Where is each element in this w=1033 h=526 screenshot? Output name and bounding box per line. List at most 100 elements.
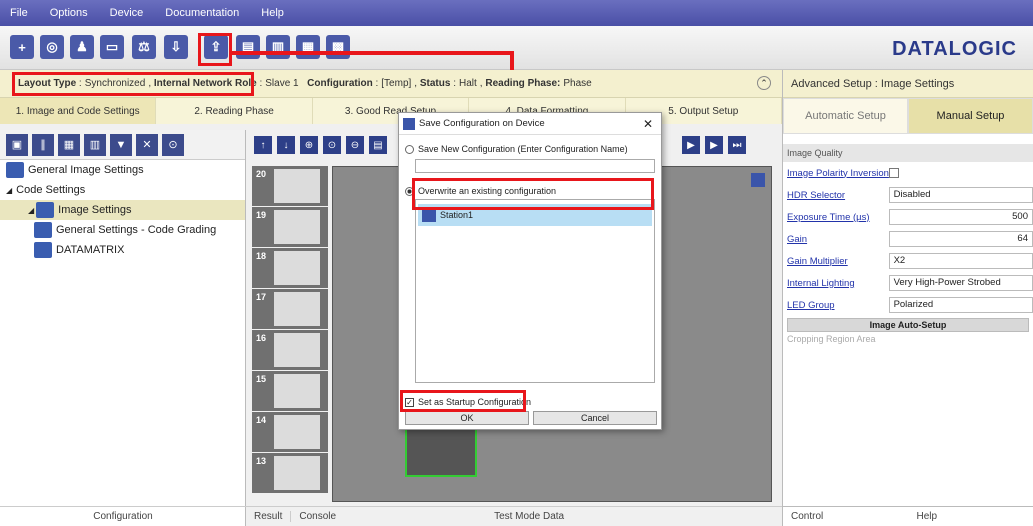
menu-device[interactable]: Device [110,7,144,19]
expand-icon[interactable]: ◢ [28,206,34,215]
exposure-input[interactable]: 500 [888,209,1033,225]
collapse-icon[interactable]: ⌃ [757,76,771,90]
step-icon[interactable]: ⏭ [728,136,746,154]
polarity-label[interactable]: Image Polarity Inversion [787,168,889,179]
polarity-checkbox[interactable] [889,168,899,178]
gain-multiplier-select[interactable]: X2 [888,253,1033,269]
load-config-icon[interactable]: ⇩ [164,35,188,59]
tab-control[interactable]: Control [783,507,909,526]
tab-result[interactable]: Result [246,511,290,522]
thumbnail[interactable]: 14 [252,412,328,452]
delete-icon[interactable]: ✕ [136,133,158,156]
user-icon[interactable]: ♟ [70,35,94,59]
postal-code-icon[interactable]: ▥ [84,133,106,156]
exposure-label[interactable]: Exposure Time (µs) [787,212,889,223]
zoom-in-icon[interactable]: ⊕ [300,136,318,154]
datalogic-logo: DATALOGIC [892,38,1017,60]
internal-lighting-select[interactable]: Very High-Power Strobed [888,275,1033,291]
thumbnail[interactable]: 20 [252,166,328,206]
highlight-status [12,72,254,96]
find-code-icon[interactable]: ⊙ [162,133,184,156]
row-led-group: LED Group Polarized [783,294,1033,316]
tab-help[interactable]: Help [909,507,1033,526]
right-bottom-tabs: Control Help [783,506,1033,526]
arrow-down-icon[interactable]: ↓ [277,136,295,154]
hdr-label[interactable]: HDR Selector [787,190,889,201]
phase-value: Phase [563,78,592,89]
image-settings-icon[interactable]: ▣ [6,133,28,156]
status-label: Status [419,78,451,89]
arrow-up-icon[interactable]: ↑ [254,136,272,154]
datamatrix-icon[interactable]: ▦ [58,133,80,156]
menu-options[interactable]: Options [50,7,88,19]
tree-label: General Image Settings [28,164,144,176]
thumbnail[interactable]: 18 [252,248,328,288]
compare-icon[interactable]: ⚖ [132,35,156,59]
tab-automatic-setup[interactable]: Automatic Setup [783,98,908,134]
add-icon[interactable]: + [10,35,34,59]
radio-new-config[interactable]: Save New Configuration (Enter Configurat… [399,141,661,157]
tree-general-image-settings[interactable]: General Image Settings [0,160,245,180]
overlay-toggle-icon[interactable] [751,173,765,187]
row-polarity: Image Polarity Inversion [783,162,1033,184]
tree-label: Image Settings [58,204,132,216]
expand-icon[interactable]: ◢ [6,186,12,195]
tree-label: DATAMATRIX [56,244,125,256]
row-exposure: Exposure Time (µs) 500 [783,206,1033,228]
ok-button[interactable]: OK [405,411,529,425]
row-internal-lighting: Internal Lighting Very High-Power Strobe… [783,272,1033,294]
step-image-code[interactable]: 1. Image and Code Settings [0,98,157,124]
image-auto-setup-button[interactable]: Image Auto-Setup [787,318,1029,332]
config-label: Configuration [307,78,373,89]
panel-title: Advanced Setup : Image Settings [783,70,1033,98]
wizard-steps: 1. Image and Code Settings 2. Reading Ph… [0,98,783,124]
wrench-icon [34,222,52,238]
search-device-icon[interactable]: ◎ [40,35,64,59]
thumbnail[interactable]: 13 [252,453,328,493]
close-icon[interactable]: ✕ [643,117,653,131]
internal-lighting-label[interactable]: Internal Lighting [787,278,889,289]
gain-label[interactable]: Gain [787,234,889,245]
tree-general-settings-code-grading[interactable]: General Settings - Code Grading [0,220,245,240]
zoom-out-icon[interactable]: ⊖ [346,136,364,154]
config-name-input[interactable] [415,159,655,173]
tab-console[interactable]: Console [290,511,344,522]
barcode-icon[interactable]: ∥ [32,133,54,156]
phase-label: Reading Phase: [485,78,561,89]
test-mode-data: Test Mode Data [494,511,565,522]
tree-datamatrix[interactable]: DATAMATRIX [0,240,245,260]
hdr-select[interactable]: Disabled [888,187,1033,203]
thumbnail[interactable]: 16 [252,330,328,370]
gain-input[interactable]: 64 [888,231,1033,247]
dialog-title-bar: Save Configuration on Device ✕ [399,113,661,135]
save-image-icon[interactable]: ▤ [369,136,387,154]
play-icon[interactable]: ▶ [682,136,700,154]
highlight-save-button [198,33,232,66]
led-group-select[interactable]: Polarized [888,297,1033,313]
row-hdr: HDR Selector Disabled [783,184,1033,206]
tree-image-settings[interactable]: ◢ Image Settings [0,200,245,220]
menu-documentation[interactable]: Documentation [165,7,239,19]
led-group-label[interactable]: LED Group [787,300,889,311]
setup-tabs: Automatic Setup Manual Setup [783,98,1033,134]
filter-icon[interactable]: ▼ [110,133,132,156]
cancel-button[interactable]: Cancel [533,411,657,425]
thumbnail[interactable]: 15 [252,371,328,411]
zoom-fit-icon[interactable]: ⊙ [323,136,341,154]
role-value: Slave 1 [265,78,299,89]
tree-code-settings[interactable]: ◢ Code Settings [0,180,245,200]
radio-button[interactable] [405,144,414,154]
config-list[interactable]: Station1 [415,199,655,383]
dialog-title: Save Configuration on Device [419,118,545,129]
configuration-footer: Configuration [0,506,246,526]
row-gain: Gain 64 [783,228,1033,250]
menu-file[interactable]: File [10,7,28,19]
menu-help[interactable]: Help [261,7,284,19]
tab-manual-setup[interactable]: Manual Setup [908,98,1033,134]
window-icon[interactable]: ▭ [100,35,124,59]
run-icon[interactable]: ▶ [705,136,723,154]
thumbnail[interactable]: 17 [252,289,328,329]
thumbnail[interactable]: 19 [252,207,328,247]
step-reading-phase[interactable]: 2. Reading Phase [156,98,313,124]
gain-multiplier-label[interactable]: Gain Multiplier [787,256,889,267]
